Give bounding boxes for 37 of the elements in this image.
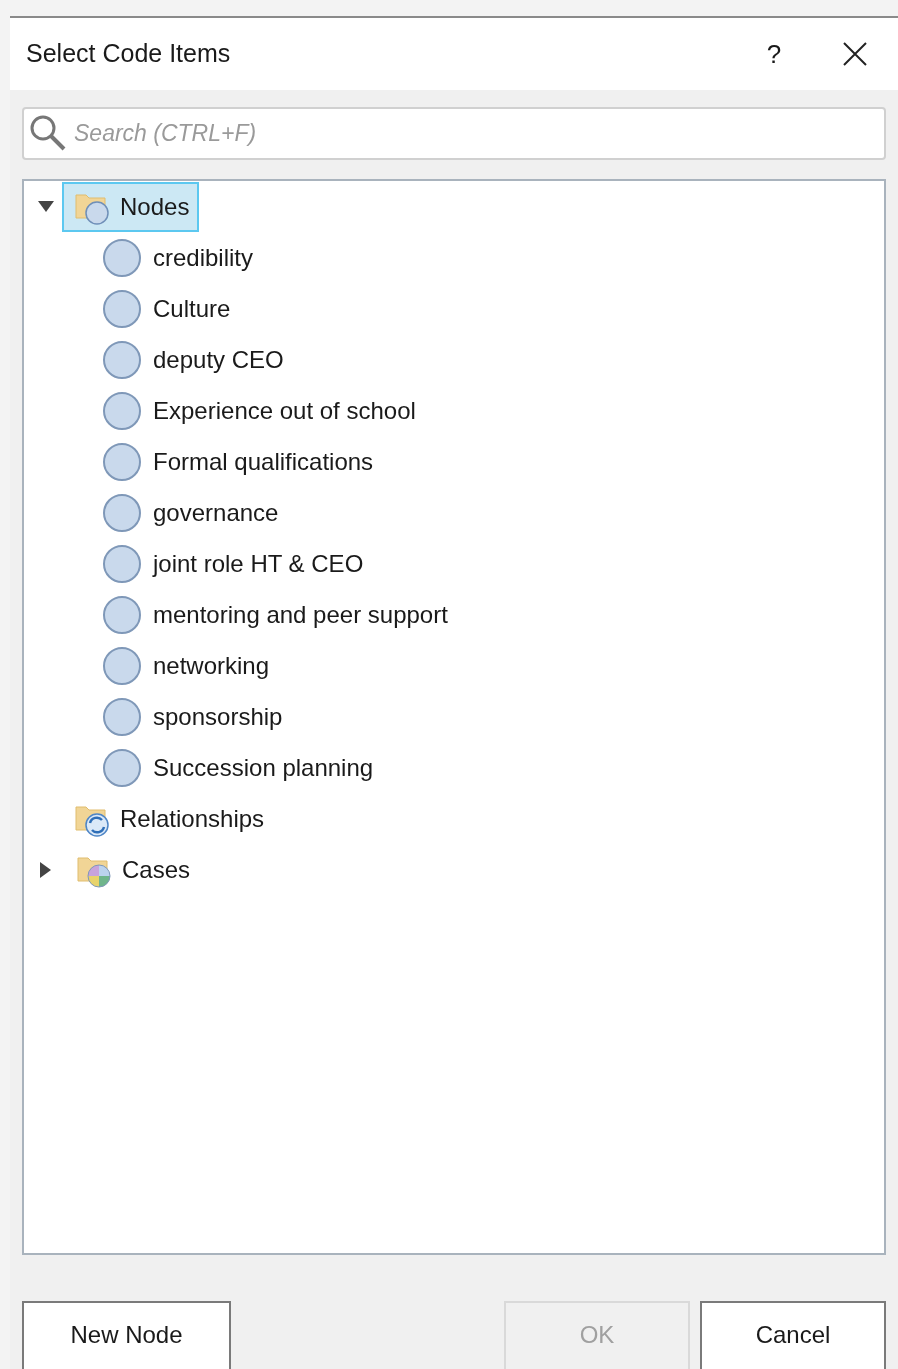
close-icon[interactable]	[842, 41, 868, 67]
node-circle-icon	[102, 594, 142, 635]
search-icon	[28, 113, 68, 153]
node-circle-icon	[102, 390, 142, 431]
tree-item[interactable]: Relationships	[62, 793, 275, 844]
tree-item[interactable]: Cases	[64, 844, 201, 895]
tree-item[interactable]: Nodes	[62, 181, 200, 232]
tree-item-label[interactable]: mentoring and peer support	[150, 596, 451, 633]
tree-item-label[interactable]: Succession planning	[150, 749, 377, 786]
tree-item-label[interactable]: Formal qualifications	[150, 443, 377, 480]
tree-item-label: Nodes	[120, 191, 190, 222]
node-circle-icon	[102, 696, 142, 737]
tree-item-label[interactable]: governance	[150, 494, 282, 531]
tree-item-label: Relationships	[120, 803, 265, 834]
node-circle-icon	[102, 543, 142, 584]
search-field[interactable]: Search (CTRL+F)	[22, 107, 886, 160]
tree-item-label[interactable]: Culture	[150, 290, 234, 327]
node-circle-icon	[102, 339, 142, 380]
collapse-arrow-icon[interactable]	[38, 200, 54, 213]
node-circle-icon	[102, 492, 142, 533]
tree-item-label[interactable]: sponsorship	[150, 698, 286, 735]
node-circle-icon	[102, 237, 142, 278]
tree-item-label[interactable]: networking	[150, 647, 273, 684]
tree-item-label[interactable]: credibility	[150, 239, 257, 276]
tree-item-label[interactable]: deputy CEO	[150, 341, 287, 378]
tree-item-label[interactable]: joint role HT & CEO	[150, 545, 367, 582]
tree-item-label: Cases	[122, 854, 191, 885]
node-circle-icon	[102, 288, 142, 329]
dialog-button[interactable]: New Node	[22, 1301, 231, 1369]
dialog-button[interactable]: Cancel	[700, 1301, 886, 1369]
node-circle-icon	[102, 747, 142, 788]
expand-arrow-icon[interactable]	[40, 861, 52, 878]
window-title: Select Code Items	[26, 38, 232, 70]
help-button[interactable]: ?	[754, 34, 794, 74]
tree-item-label[interactable]: Experience out of school	[150, 392, 419, 429]
node-circle-icon	[102, 441, 142, 482]
node-circle-icon	[102, 645, 142, 686]
